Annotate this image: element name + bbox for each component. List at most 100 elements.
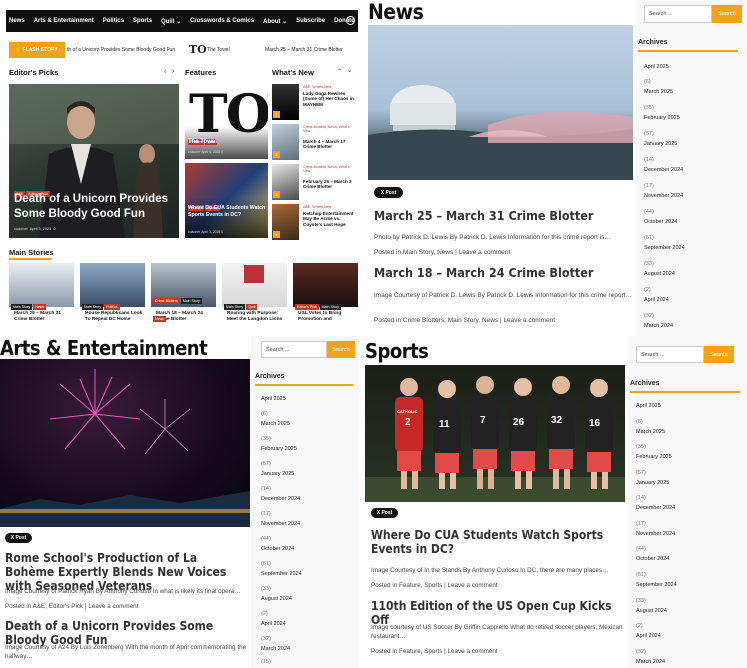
feature-image-sports[interactable]: Feature Sports Where Do CUA Students Watc… [185,163,268,238]
archive-link[interactable]: April 2024 [261,621,286,628]
item-title[interactable]: Ketchup Entertainment May Be Acme vs. Co… [303,211,358,227]
tag-badge[interactable]: Quill [246,304,258,310]
story-card[interactable]: Crime Blotters Main StoryNews March 18 – … [151,263,216,323]
item-tags[interactable]: Crime Blotters, News, What's New [303,125,357,133]
story-card[interactable]: Main Story Politics House Republicans Loo… [80,263,145,323]
comment-count[interactable]: 0 [221,230,223,234]
nav-item-politics[interactable]: Politics [103,18,124,24]
archive-link[interactable]: September 2024 [644,245,685,252]
chevron-down-icon[interactable]: ⌄ [347,67,352,74]
search-button[interactable]: Search [712,5,742,23]
archive-link[interactable]: February 2025 [261,446,297,453]
archive-link[interactable]: March 2025 [636,429,665,436]
archive-link[interactable]: November 2024 [261,521,300,528]
x-post-button[interactable]: X Post [374,187,403,198]
archive-link[interactable]: March 2025 [644,89,673,96]
tag-badge[interactable]: News [33,304,47,310]
tag-badge[interactable]: Main Story [224,304,246,310]
item-title[interactable]: March 4 – March 17 Crime Blotter [303,139,358,150]
tag-badge[interactable]: Main Story [82,304,104,310]
author[interactable]: cuaoner [188,150,200,154]
article-image-team[interactable]: CATHOLIC 2 11 7 26 32 16 [365,365,625,502]
item-tags[interactable]: Crime Blotters, News, What's New [303,165,357,173]
archive-link[interactable]: September 2024 [261,571,302,578]
comment-count[interactable]: 0 [221,150,223,154]
nav-item-subscribe[interactable]: Subscribe [296,18,325,24]
search-button[interactable]: Search [704,346,734,363]
search-input[interactable]: Search ... [644,5,712,23]
nav-item-about[interactable]: About ⌄ [263,18,287,25]
nav-item-news[interactable]: News [9,18,25,24]
archive-link[interactable]: March 2025 [261,421,290,428]
search-input[interactable]: Search ... [636,346,704,363]
ticker-item[interactable]: March 25 – March 31 Crime Blotter [265,47,343,53]
chevron-up-icon[interactable]: ⌃ [337,68,342,75]
comment-count[interactable]: 0 [53,227,55,231]
author[interactable]: cuaoner [188,230,200,234]
feature-title[interactable]: Where Do CUA Students Watch Sports Event… [188,205,266,218]
article-image-memorial[interactable] [368,25,633,180]
archive-link[interactable]: March 2024 [636,659,665,666]
editors-pick-image[interactable]: A&E Editor's Pick Death of a Unicorn Prov… [9,84,179,238]
article-title[interactable]: March 18 – March 24 Crime Blotter [374,265,593,280]
article-meta[interactable]: Posted in Main Story, News | Leave a com… [374,249,510,256]
list-item[interactable]: 3 Crime Blotters, News, What's New Febru… [272,164,358,200]
archive-link[interactable]: December 2024 [644,167,683,174]
article-image-fireworks[interactable] [0,359,250,527]
archive-link[interactable]: January 2025 [636,480,669,487]
archive-link[interactable]: April 2025 [644,64,669,71]
tag-badge[interactable]: Main Story [319,304,341,310]
chevron-right-icon[interactable]: › [172,68,174,75]
story-card[interactable]: Main Story Quill Roaring with Purpose: Me… [222,263,287,323]
archive-link[interactable]: December 2024 [261,496,300,503]
story-card[interactable]: Editor's Pick Main Story USL Votes to Bri… [293,263,358,323]
list-item[interactable]: 1 A&E, What's New Lady Gaga Rewires (Som… [272,84,358,120]
archive-link[interactable]: April 2024 [636,633,661,640]
feature-title[interactable]: The Towel [188,139,217,145]
archive-link[interactable]: April 2024 [644,297,669,304]
archive-link[interactable]: March 2024 [261,646,290,653]
archive-link[interactable]: August 2024 [644,271,675,278]
ticker-item[interactable]: th of a Unicorn Provides Some Bloody Goo… [67,47,175,53]
item-tags[interactable]: A&E, What's New [303,205,357,209]
x-post-button[interactable]: X Post [371,508,398,518]
nav-item-quill[interactable]: Quill ⌄ [161,18,181,25]
x-post-button[interactable]: X Post [5,533,32,543]
archive-link[interactable]: September 2024 [636,582,677,589]
article-meta[interactable]: Posted in Feature, Sports | Leave a comm… [371,648,498,655]
archive-link[interactable]: August 2024 [261,596,292,603]
article-title[interactable]: Where Do CUA Students Watch Sports Event… [371,528,621,557]
search-input[interactable]: Search ... [261,341,327,358]
chevron-left-icon[interactable]: ‹ [164,68,166,75]
archive-link[interactable]: January 2025 [261,471,294,478]
archive-link[interactable]: November 2024 [644,193,683,200]
tag-badge[interactable]: Politics [104,304,120,310]
item-tags[interactable]: A&E, What's New [303,85,357,89]
tag-badge[interactable]: Main Story [11,304,33,310]
tag-badge[interactable]: Editor's Pick [295,304,319,310]
search-icon[interactable] [346,16,355,25]
tag-badge[interactable]: Crime Blotters [153,298,180,304]
author[interactable]: cuaoner [14,227,28,231]
search-button[interactable]: Search [327,341,355,358]
archive-link[interactable]: December 2024 [636,505,675,512]
editors-pick-title[interactable]: Death of a Unicorn Provides Some Bloody … [14,192,174,222]
tag-badge[interactable]: News [153,316,166,322]
nav-item-sports[interactable]: Sports [133,18,152,24]
article-meta[interactable]: Posted in A&E, Editor's Pick | Leave a c… [5,603,138,610]
ticker-item[interactable]: The Towel [207,47,230,53]
list-item[interactable]: 4 A&E, What's New Ketchup Entertainment … [272,204,358,240]
archive-link[interactable]: October 2024 [636,556,669,563]
feature-image-towel[interactable]: TOV FeatureQuill The Towel cuaoner April… [185,84,268,159]
story-card[interactable]: Main Story News March 25 – March 31 Crime… [9,263,74,323]
archive-link[interactable]: March 2024 [644,323,673,330]
archive-link[interactable]: February 2025 [644,115,680,122]
tag-badge[interactable]: Main Story [180,298,202,304]
list-item[interactable]: 2 Crime Blotters, News, What's New March… [272,124,358,160]
article-meta[interactable]: Posted in Crime Blotters, Main Story, Ne… [374,317,555,324]
archive-link[interactable]: April 2025 [261,396,286,403]
item-title[interactable]: February 25 – March 3 Crime Blotter [303,179,358,190]
archive-link[interactable]: October 2024 [644,219,677,226]
article-title[interactable]: March 25 – March 31 Crime Blotter [374,208,593,223]
archive-link[interactable]: February 2025 [636,454,672,461]
